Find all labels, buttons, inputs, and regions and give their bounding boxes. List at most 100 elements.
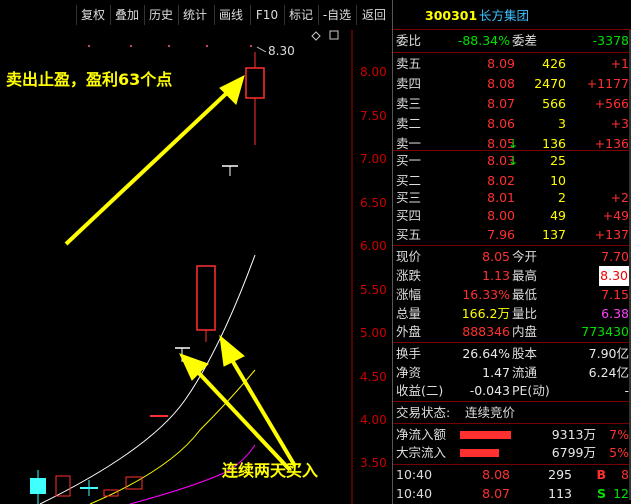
cell-text: 566 <box>542 96 566 111</box>
toolbar-tongji-button[interactable]: 统计 <box>178 5 211 25</box>
buy-row[interactable]: 买三 8.01 2 +2 <box>393 188 631 208</box>
cell-text: +566 <box>594 96 629 111</box>
cell-text: 买四 <box>396 208 422 223</box>
cell-text: 6.24亿 <box>588 365 629 380</box>
cell-text: 卖三 <box>396 96 422 111</box>
toolbar-fanhui-button[interactable]: 返回 <box>356 5 391 25</box>
toolbar-lishi-button[interactable]: 历史 <box>144 5 177 25</box>
y-tick-label: 7.50 <box>360 109 387 123</box>
stock-code: 300301 <box>425 8 478 23</box>
cell-text: 净流入额 <box>396 427 447 442</box>
cell-text: -0.043 <box>469 383 510 398</box>
arrow-down-icon: ↓ <box>508 153 519 168</box>
toolbar-fuquan-button[interactable]: 复权 <box>76 5 109 25</box>
cell-text: B <box>596 467 606 482</box>
cell-text: +3 <box>610 116 629 131</box>
cell-text: 流通 <box>512 365 538 380</box>
buy-row[interactable]: 买五 7.96 137 +137 <box>393 225 631 245</box>
finance-row: 收益(二) -0.043 PE(动) - <box>393 381 631 401</box>
cell-text: 7.90亿 <box>588 346 629 361</box>
finance-row: 换手 26.64% 股本 7.90亿 <box>393 344 631 364</box>
cell-text: S <box>596 486 606 501</box>
quote-row: 涨幅 16.33% 最低 7.15 <box>393 285 631 305</box>
y-tick-label: 7.00 <box>360 152 387 166</box>
cell-text: PE(动) <box>512 383 550 398</box>
cell-text: 最低 <box>512 287 538 302</box>
toolbar-diejia-button[interactable]: 叠加 <box>110 5 143 25</box>
kline-chart[interactable]: 8.30 8.00 7.50 7.00 6.50 6.00 5.50 5.00 … <box>0 30 392 504</box>
tick-row: 10:40 8.07 113 S 12 <box>393 484 631 504</box>
cell-text: 12 <box>613 486 629 501</box>
cell-text: 大宗流入 <box>396 445 447 460</box>
toolbar-zixuan-button[interactable]: -自选 <box>318 5 355 25</box>
cell-text: 卖二 <box>396 116 422 131</box>
y-tick-label: 8.00 <box>360 65 387 79</box>
toolbar-f10-button[interactable]: F10 <box>250 5 283 25</box>
cell-text: -88.34% <box>457 33 510 48</box>
buy-row[interactable]: 买一 8.03 ↓ 25 <box>393 151 631 171</box>
cell-text: 量比 <box>512 306 538 321</box>
cell-text: 涨跌 <box>396 268 422 283</box>
cell-text: 3 <box>558 116 566 131</box>
flow-row: 净流入额 9313万 7% <box>393 425 631 445</box>
cell-text: 7% <box>609 427 629 442</box>
cell-text: 7.15 <box>601 287 629 302</box>
cell-text: 6799万 <box>551 445 596 460</box>
cell-text: +1 <box>610 56 629 71</box>
cell-text: 连续竞价 <box>465 405 516 420</box>
cell-text: +49 <box>602 208 629 223</box>
cell-text: 8.30 <box>599 266 629 286</box>
flow-bar <box>460 431 511 439</box>
cell-text: 净资 <box>396 365 422 380</box>
sell-row[interactable]: 卖三 8.07 566 +566 <box>393 94 631 114</box>
cell-text: 1.13 <box>482 268 510 283</box>
cell-text: 8.01 <box>487 190 515 205</box>
cell-text: +2 <box>610 190 629 205</box>
annotation-sell: 卖出止盈，盈利63个点 <box>6 70 173 89</box>
cell-text: 8.07 <box>482 486 510 501</box>
toolbar-huaxian-button[interactable]: 画线 <box>214 5 247 25</box>
trade-status-row: 交易状态: 连续竞价 <box>393 403 631 423</box>
cell-text: 113 <box>548 486 572 501</box>
cell-text: 137 <box>542 227 566 242</box>
y-tick-label: 3.50 <box>360 456 387 470</box>
cell-text: 6.38 <box>601 306 629 321</box>
cell-text: 8.09 <box>487 56 515 71</box>
cell-text: 外盘 <box>396 324 422 339</box>
candle-big-up <box>196 265 216 331</box>
cell-text: 8 <box>621 467 629 482</box>
chart-toolbar: 复权 叠加 历史 统计 画线 F10 标记 -自选 返回 <box>0 0 392 30</box>
cell-text: 9313万 <box>551 427 596 442</box>
cell-text: 8.08 <box>482 467 510 482</box>
y-tick-label: 6.50 <box>360 196 387 210</box>
quote-row: 现价 8.05 今开 7.70 <box>393 247 631 267</box>
cell-text: 16.33% <box>462 287 510 302</box>
sell-row[interactable]: 卖四 8.08 2470 +1177 <box>393 74 631 94</box>
stock-header: 300301 长方集团 <box>393 6 631 26</box>
kline-canvas <box>30 30 353 504</box>
cell-text: 换手 <box>396 346 422 361</box>
cell-text: 卖四 <box>396 76 422 91</box>
cell-text: 5% <box>609 445 629 460</box>
buy-row[interactable]: 买四 8.00 49 +49 <box>393 206 631 226</box>
cell-text: 内盘 <box>512 324 538 339</box>
toolbar-biaoji-button[interactable]: 标记 <box>284 5 317 25</box>
quote-panel: 300301 长方集团 委比 -88.34% 委差 -3378 卖五 8.09 42… <box>392 0 631 504</box>
annotation-buy: 连续两天买入 <box>222 461 319 480</box>
sell-row[interactable]: 卖二 8.06 3 +3 <box>393 114 631 134</box>
cell-text: 买一 <box>396 153 422 168</box>
cell-text: 49 <box>550 208 566 223</box>
cell-text: 交易状态: <box>396 405 451 420</box>
y-tick-label: 4.50 <box>360 370 387 384</box>
cell-text: 8.00 <box>487 208 515 223</box>
cell-text: 1.47 <box>482 365 510 380</box>
cell-text: +137 <box>594 227 629 242</box>
cell-text: 现价 <box>396 249 422 264</box>
cell-text: 总量 <box>396 306 422 321</box>
cell-text: 涨幅 <box>396 287 422 302</box>
cell-text: 426 <box>542 56 566 71</box>
cell-text: 10:40 <box>396 486 433 501</box>
sell-row[interactable]: 卖五 8.09 426 +1 <box>393 54 631 74</box>
cell-text: 8.06 <box>487 116 515 131</box>
cell-text: 773430 <box>581 324 629 339</box>
